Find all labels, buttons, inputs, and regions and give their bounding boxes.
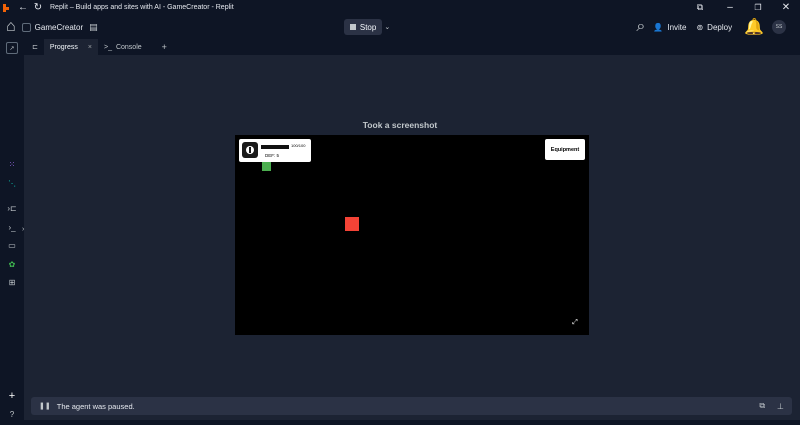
extensions-icon[interactable]: ⧉ xyxy=(694,2,706,14)
invite-label: Invite xyxy=(667,22,687,32)
user-initials: SS xyxy=(775,24,783,30)
deploy-button[interactable]: ⊚ Deploy xyxy=(696,23,732,32)
layout-icon[interactable]: ▤ xyxy=(89,22,98,33)
minimize-icon[interactable]: – xyxy=(724,2,736,14)
split-pane-icon[interactable]: ⊏ xyxy=(24,39,44,55)
database-icon[interactable]: ✿ xyxy=(6,258,18,270)
avatar-icon xyxy=(246,146,254,154)
replit-logo-icon xyxy=(3,3,11,12)
back-arrow-icon[interactable]: ← xyxy=(17,2,29,14)
fullscreen-icon[interactable]: ⤢ xyxy=(571,319,579,327)
stop-button[interactable]: Stop xyxy=(343,19,383,35)
shell-icon[interactable]: ›_ xyxy=(6,221,18,233)
new-tab-icon[interactable]: + xyxy=(156,39,173,55)
pin-icon[interactable]: ⊥ xyxy=(777,402,784,411)
bell-icon[interactable]: 🔔 xyxy=(744,17,764,37)
player-avatar xyxy=(242,142,258,158)
agent-icon[interactable]: ⁙ xyxy=(6,158,18,170)
preview-icon[interactable]: ›⊏ xyxy=(6,202,18,214)
help-icon[interactable]: ? xyxy=(6,408,18,420)
enemy-square xyxy=(345,217,359,231)
close-icon[interactable]: × xyxy=(88,44,92,51)
project-name: GameCreator xyxy=(34,22,84,32)
stop-label: Stop xyxy=(359,22,377,32)
reload-icon[interactable]: ↻ xyxy=(32,2,44,14)
chevron-down-icon[interactable]: ⌄ xyxy=(384,23,390,31)
git-icon[interactable]: ⋱ xyxy=(6,177,18,189)
expand-chevron-icon[interactable]: › xyxy=(22,226,24,233)
screenshot-heading: Took a screenshot xyxy=(362,120,438,130)
tab-console[interactable]: >_ Console xyxy=(98,39,148,55)
user-avatar[interactable]: SS xyxy=(772,20,786,34)
add-user-icon: 👤 xyxy=(653,22,664,32)
status-message: The agent was paused. xyxy=(56,401,135,411)
player-hud: 100/100 DEF: 5 xyxy=(239,139,311,162)
monitor-icon[interactable]: ▭ xyxy=(6,239,18,251)
project-avatar-icon xyxy=(21,22,31,32)
health-text: 100/100 xyxy=(291,143,306,148)
deploy-label: Deploy xyxy=(707,22,733,32)
close-window-icon[interactable]: ✕ xyxy=(780,2,792,14)
tab-bar: ⊏ Progress × >_ Console + xyxy=(24,39,800,55)
defense-text: DEF: 5 xyxy=(265,153,280,158)
project-selector[interactable]: GameCreator xyxy=(21,22,84,32)
player-square xyxy=(262,162,271,171)
pause-icon: ❚❚ xyxy=(39,403,51,410)
deploy-icon: ⊚ xyxy=(696,22,704,32)
tab-progress-label: Progress xyxy=(49,43,78,51)
bottom-edge xyxy=(0,420,800,425)
health-bar-fill xyxy=(261,145,289,149)
window-title: Replit – Build apps and sites with AI - … xyxy=(50,4,234,11)
tab-console-label: Console xyxy=(115,43,142,51)
home-icon[interactable]: ⌂ xyxy=(6,18,16,36)
console-icon: >_ xyxy=(103,43,112,51)
window-titlebar: ← ↻ Replit – Build apps and sites with A… xyxy=(0,0,800,15)
left-sidebar: ↗ ⁙ ⋱ ›⊏ ›_ ▭ ✿ ⊞ + ? xyxy=(0,39,24,425)
add-tool-icon[interactable]: + xyxy=(6,390,18,402)
screenshot-tool-icon[interactable]: ⧉ xyxy=(759,401,765,411)
workspace-header: ⌂ GameCreator ▤ Stop ⌄ ⌕ 👤 Invite ⊚ Depl… xyxy=(0,15,800,39)
game-screenshot: 100/100 DEF: 5 Equipment ⤢ xyxy=(235,135,589,335)
files-toggle-icon[interactable]: ↗ xyxy=(6,42,18,54)
equipment-button[interactable]: Equipment xyxy=(545,139,585,160)
all-tools-icon[interactable]: ⊞ xyxy=(6,276,18,288)
agent-status-bar: ❚❚ The agent was paused. ⧉ ⊥ xyxy=(31,397,792,415)
health-bar xyxy=(261,145,289,149)
restore-icon[interactable]: ❐ xyxy=(752,2,764,14)
tab-progress[interactable]: Progress × xyxy=(43,39,98,55)
equipment-label: Equipment xyxy=(550,146,580,153)
invite-button[interactable]: 👤 Invite xyxy=(653,23,686,32)
search-icon[interactable]: ⌕ xyxy=(636,18,645,36)
stop-icon xyxy=(349,24,356,30)
